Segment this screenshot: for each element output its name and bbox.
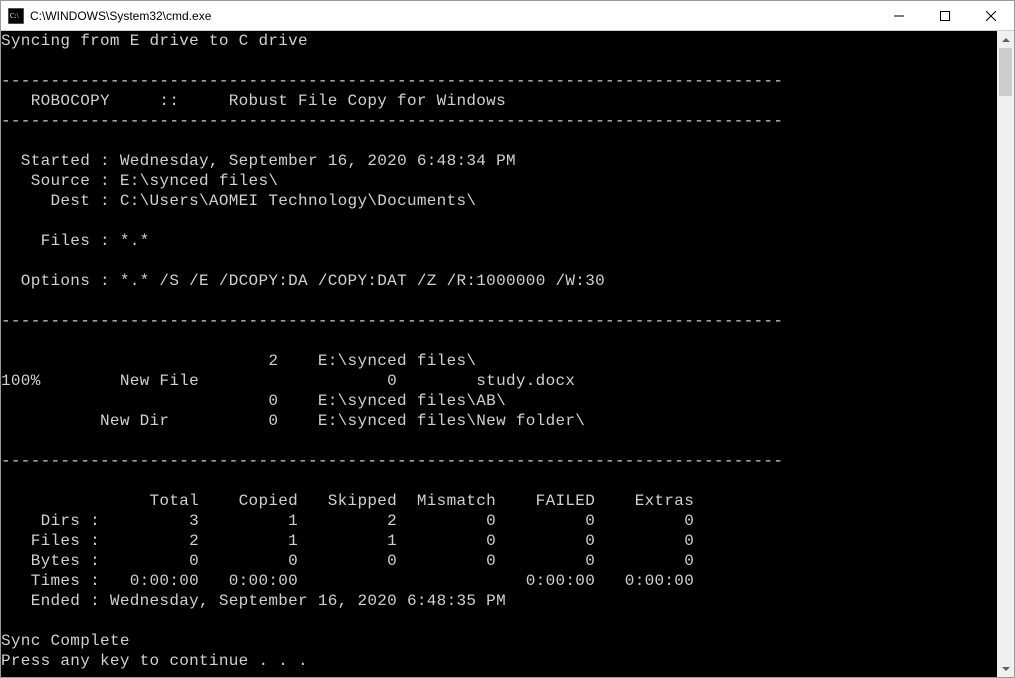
options-label: Options : [1, 272, 110, 290]
scroll-down-button[interactable] [997, 660, 1014, 677]
divider: ----------------------------------------… [1, 452, 783, 470]
ended-value: Wednesday, September 16, 2020 6:48:35 PM [100, 592, 506, 610]
sync-complete: Sync Complete [1, 632, 130, 650]
summary-header: Total Copied Skipped Mismatch FAILED Ext… [1, 492, 694, 510]
ended-label: Ended : [1, 592, 100, 610]
started-label: Started : [1, 152, 110, 170]
source-value: E:\synced files\ [110, 172, 278, 190]
svg-text:C:\: C:\ [10, 12, 19, 20]
summary-row-times: Times : 0:00:00 0:00:00 0:00:00 0:00:00 [1, 572, 694, 590]
divider: ----------------------------------------… [1, 72, 783, 90]
titlebar[interactable]: C:\ C:\WINDOWS\System32\cmd.exe [1, 1, 1014, 31]
vertical-scrollbar[interactable] [997, 31, 1014, 677]
progress-row: 2 E:\synced files\ [1, 352, 476, 370]
files-label: Files : [1, 232, 110, 250]
minimize-button[interactable] [876, 1, 922, 30]
options-value: *.* /S /E /DCOPY:DA /COPY:DAT /Z /R:1000… [110, 272, 605, 290]
started-value: Wednesday, September 16, 2020 6:48:34 PM [110, 152, 516, 170]
divider: ----------------------------------------… [1, 312, 783, 330]
progress-row: 0 E:\synced files\AB\ [1, 392, 506, 410]
divider: ----------------------------------------… [1, 112, 783, 130]
terminal-output[interactable]: Syncing from E drive to C drive --------… [1, 31, 997, 677]
scroll-thumb[interactable] [999, 48, 1012, 96]
source-label: Source : [1, 172, 110, 190]
window-controls [876, 1, 1014, 30]
scroll-up-button[interactable] [997, 31, 1014, 48]
content-area: Syncing from E drive to C drive --------… [1, 31, 1014, 677]
summary-row-files: Files : 2 1 1 0 0 0 [1, 532, 694, 550]
close-button[interactable] [968, 1, 1014, 30]
window-title: C:\WINDOWS\System32\cmd.exe [30, 9, 876, 23]
maximize-button[interactable] [922, 1, 968, 30]
cmd-window: C:\ C:\WINDOWS\System32\cmd.exe Syncing … [0, 0, 1015, 678]
press-key-prompt: Press any key to continue . . . [1, 652, 308, 670]
cmd-icon: C:\ [8, 8, 24, 24]
progress-row: New Dir 0 E:\synced files\New folder\ [1, 412, 585, 430]
files-value: *.* [110, 232, 150, 250]
summary-row-bytes: Bytes : 0 0 0 0 0 0 [1, 552, 694, 570]
robocopy-banner: ROBOCOPY :: Robust File Copy for Windows [1, 92, 506, 110]
dest-value: C:\Users\AOMEI Technology\Documents\ [110, 192, 476, 210]
sync-header: Syncing from E drive to C drive [1, 32, 308, 50]
dest-label: Dest : [1, 192, 110, 210]
progress-row: 100% New File 0 study.docx [1, 372, 575, 390]
summary-row-dirs: Dirs : 3 1 2 0 0 0 [1, 512, 694, 530]
